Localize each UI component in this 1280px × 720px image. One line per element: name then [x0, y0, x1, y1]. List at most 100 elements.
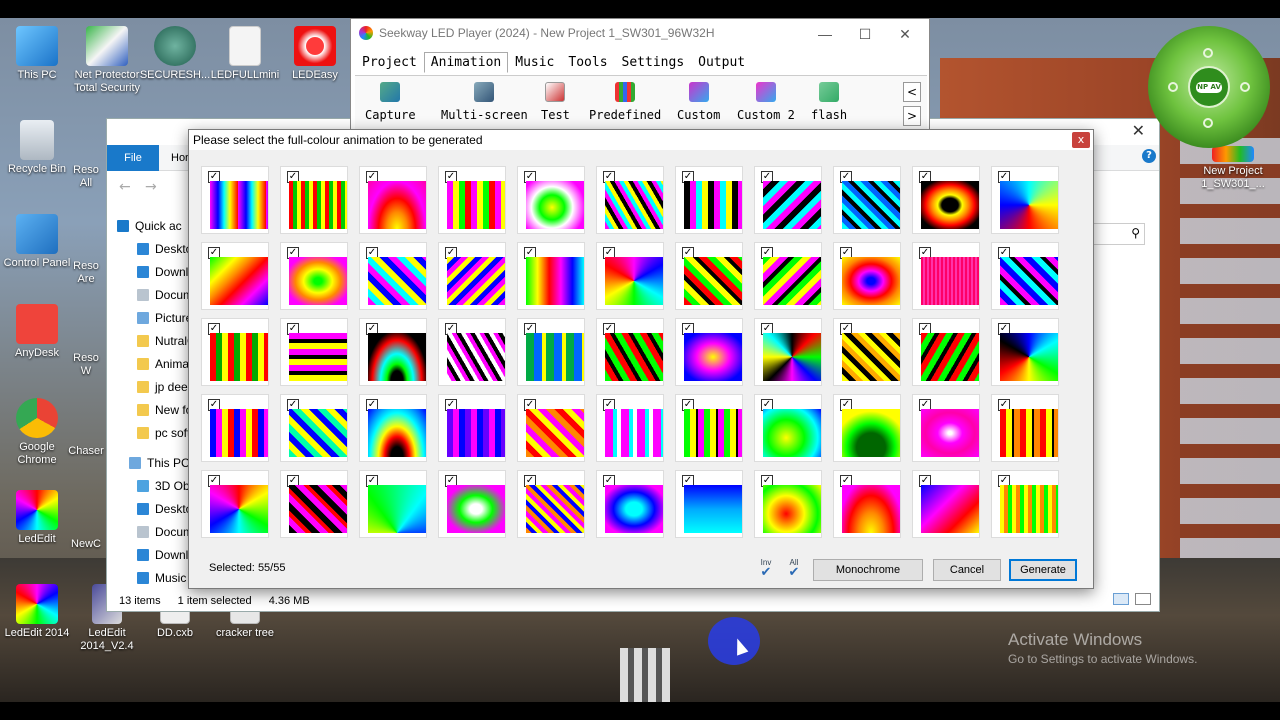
- animation-thumbnail[interactable]: ✓: [675, 166, 743, 234]
- partial-icon-label[interactable]: Reso Are: [66, 260, 106, 286]
- animation-thumbnail[interactable]: ✓: [991, 318, 1059, 386]
- animation-thumbnail[interactable]: ✓: [754, 242, 822, 310]
- select-all-button[interactable]: All ✔: [783, 558, 805, 582]
- help-icon[interactable]: ?: [1142, 149, 1156, 163]
- menu-project[interactable]: Project: [355, 52, 424, 73]
- custom-button[interactable]: Custom: [677, 82, 720, 122]
- custom2-button[interactable]: Custom 2: [737, 82, 795, 122]
- animation-thumbnail[interactable]: ✓: [754, 394, 822, 462]
- animation-thumbnail[interactable]: ✓: [438, 166, 506, 234]
- menu-music[interactable]: Music: [508, 52, 561, 73]
- net-protector-desktop-icon[interactable]: Net Protector Total Security: [70, 26, 144, 95]
- animation-thumbnail[interactable]: ✓: [596, 394, 664, 462]
- monochrome-button[interactable]: Monochrome: [813, 559, 923, 581]
- animation-thumbnail[interactable]: ✓: [438, 242, 506, 310]
- animation-thumbnail[interactable]: ✓: [359, 394, 427, 462]
- refresh-icon[interactable]: [1168, 82, 1178, 92]
- animation-thumbnail[interactable]: ✓: [833, 242, 901, 310]
- animation-thumbnail[interactable]: ✓: [517, 242, 585, 310]
- file-tab[interactable]: File: [107, 145, 159, 171]
- toolbar-scroll-right[interactable]: >: [903, 106, 921, 126]
- generate-button[interactable]: Generate: [1009, 559, 1077, 581]
- new-project-desktop-icon[interactable]: New Project 1_SW301_...: [1196, 146, 1270, 191]
- close-button[interactable]: ✕: [885, 23, 925, 45]
- animation-thumbnail[interactable]: ✓: [754, 318, 822, 386]
- home-tab[interactable]: Hor: [171, 145, 189, 171]
- partial-icon-label[interactable]: Reso All: [66, 164, 106, 190]
- forward-arrow-icon[interactable]: →: [145, 179, 157, 195]
- animation-thumbnail[interactable]: ✓: [991, 242, 1059, 310]
- search-input[interactable]: ⚲: [1085, 223, 1145, 245]
- animation-thumbnail[interactable]: ✓: [280, 242, 348, 310]
- secureshield-desktop-icon[interactable]: SECURESH...: [138, 26, 212, 82]
- ledeasy-desktop-icon[interactable]: LEDEasy: [278, 26, 352, 82]
- animation-thumbnail[interactable]: ✓: [280, 318, 348, 386]
- capture-button[interactable]: Capture: [365, 82, 416, 122]
- animation-thumbnail[interactable]: ✓: [991, 166, 1059, 234]
- search-icon[interactable]: [1203, 48, 1213, 58]
- partial-icon-label[interactable]: Chaser: [66, 445, 106, 458]
- animation-thumbnail[interactable]: ✓: [754, 470, 822, 538]
- partial-icon-label[interactable]: Reso W: [66, 352, 106, 378]
- animation-thumbnail[interactable]: ✓: [912, 470, 980, 538]
- menu-output[interactable]: Output: [691, 52, 752, 73]
- animation-thumbnail[interactable]: ✓: [675, 318, 743, 386]
- animation-thumbnail[interactable]: ✓: [438, 318, 506, 386]
- animation-thumbnail[interactable]: ✓: [912, 166, 980, 234]
- invert-selection-button[interactable]: Inv ✔: [755, 558, 777, 582]
- toolbar-scroll-left[interactable]: <: [903, 82, 921, 102]
- animation-thumbnail[interactable]: ✓: [675, 394, 743, 462]
- menu-tools[interactable]: Tools: [561, 52, 614, 73]
- explorer-close-button[interactable]: ✕: [1132, 121, 1145, 140]
- minimize-button[interactable]: —: [805, 23, 845, 45]
- animation-thumbnail[interactable]: ✓: [675, 470, 743, 538]
- flash-button[interactable]: flash: [811, 82, 847, 122]
- animation-thumbnail[interactable]: ✓: [833, 318, 901, 386]
- animation-thumbnail[interactable]: ✓: [596, 166, 664, 234]
- antivirus-widget[interactable]: NP AV: [1148, 26, 1270, 148]
- animation-thumbnail[interactable]: ✓: [833, 470, 901, 538]
- large-icons-view-icon[interactable]: [1135, 593, 1151, 605]
- animation-thumbnail[interactable]: ✓: [201, 318, 269, 386]
- animation-thumbnail[interactable]: ✓: [280, 166, 348, 234]
- this-pc-desktop-icon[interactable]: This PC: [0, 26, 74, 82]
- chrome-desktop-icon[interactable]: Google Chrome: [0, 398, 74, 467]
- details-view-icon[interactable]: [1113, 593, 1130, 605]
- animation-thumbnail[interactable]: ✓: [754, 166, 822, 234]
- ledit2014-desktop-icon[interactable]: LedEdit 2014: [0, 584, 74, 640]
- ledfullmini-desktop-icon[interactable]: LEDFULLmini: [208, 26, 282, 82]
- animation-thumbnail[interactable]: ✓: [201, 242, 269, 310]
- ledit-desktop-icon[interactable]: LedEdit: [0, 490, 74, 546]
- animation-thumbnail[interactable]: ✓: [438, 470, 506, 538]
- control-panel-desktop-icon[interactable]: Control Panel: [0, 214, 74, 270]
- predefined-button[interactable]: Predefined: [589, 82, 661, 122]
- animation-thumbnail[interactable]: ✓: [675, 242, 743, 310]
- animation-thumbnail[interactable]: ✓: [596, 470, 664, 538]
- report-icon[interactable]: [1203, 118, 1213, 128]
- seekway-main-window[interactable]: Seekway LED Player (2024) - New Project …: [350, 18, 930, 131]
- animation-thumbnail[interactable]: ✓: [280, 394, 348, 462]
- animation-thumbnail[interactable]: ✓: [359, 318, 427, 386]
- animation-thumbnail[interactable]: ✓: [201, 394, 269, 462]
- animation-thumbnail[interactable]: ✓: [517, 166, 585, 234]
- view-toggle[interactable]: [1113, 593, 1151, 608]
- cancel-button[interactable]: Cancel: [933, 559, 1001, 581]
- animation-thumbnail[interactable]: ✓: [438, 394, 506, 462]
- animation-thumbnail[interactable]: ✓: [359, 166, 427, 234]
- animation-thumbnail[interactable]: ✓: [596, 318, 664, 386]
- menu-animation[interactable]: Animation: [423, 52, 509, 73]
- animation-thumbnail[interactable]: ✓: [912, 318, 980, 386]
- animation-thumbnail[interactable]: ✓: [280, 470, 348, 538]
- maximize-button[interactable]: ☐: [845, 23, 885, 45]
- dialog-close-button[interactable]: x: [1072, 132, 1090, 148]
- settings-icon[interactable]: [1240, 82, 1250, 92]
- animation-thumbnail[interactable]: ✓: [359, 470, 427, 538]
- animation-thumbnail[interactable]: ✓: [201, 470, 269, 538]
- partial-icon-label[interactable]: NewC: [66, 538, 106, 551]
- animation-thumbnail[interactable]: ✓: [201, 166, 269, 234]
- animation-thumbnail[interactable]: ✓: [833, 166, 901, 234]
- menu-settings[interactable]: Settings: [615, 52, 692, 73]
- animation-thumbnail[interactable]: ✓: [912, 242, 980, 310]
- animation-select-dialog[interactable]: Please select the full-colour animation …: [188, 129, 1094, 589]
- animation-thumbnail[interactable]: ✓: [912, 394, 980, 462]
